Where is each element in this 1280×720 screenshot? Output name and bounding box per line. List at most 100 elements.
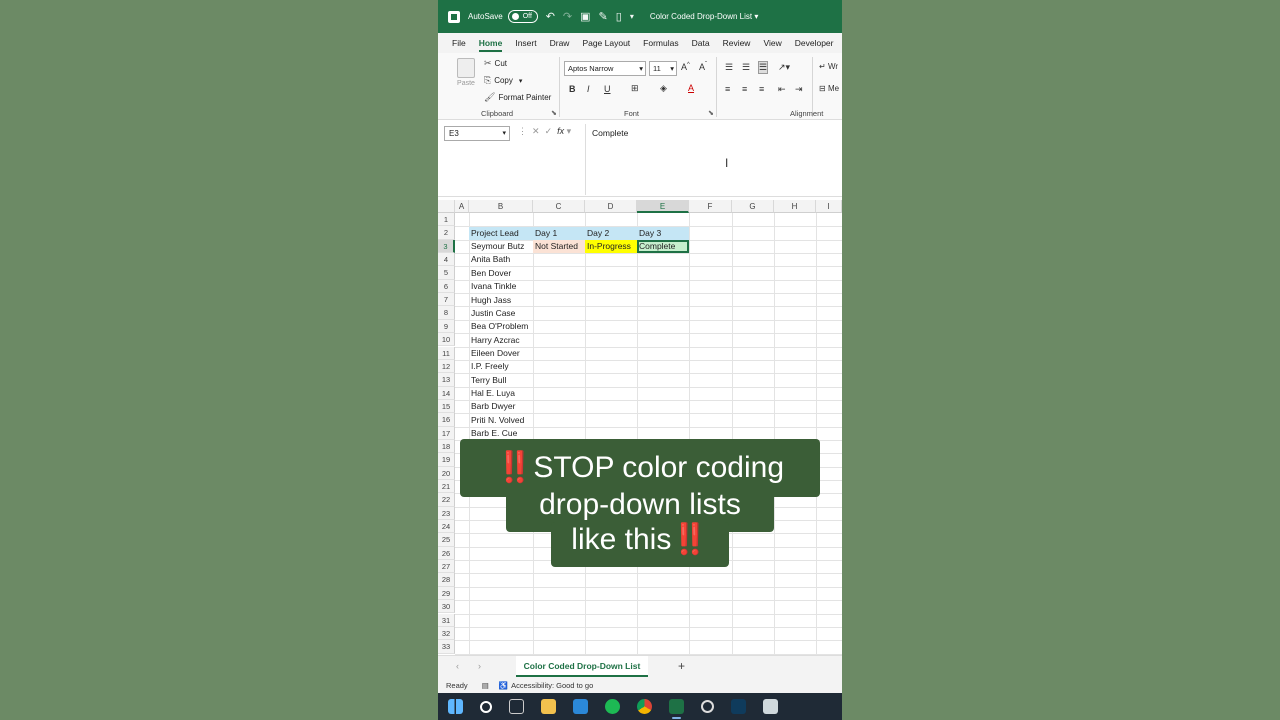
row-header-6[interactable]: 6 xyxy=(438,279,455,294)
cell-c2[interactable]: Day 1 xyxy=(533,226,585,240)
cancel-icon[interactable]: ✕ xyxy=(532,126,540,136)
cell-b8[interactable]: Justin Case xyxy=(469,307,533,320)
bold-button[interactable]: B xyxy=(569,84,576,94)
row-header-21[interactable]: 21 xyxy=(438,480,455,494)
cell-b14[interactable]: Hal E. Luya xyxy=(469,387,533,400)
cell-b15[interactable]: Barb Dwyer xyxy=(469,400,533,413)
tab-file[interactable]: File xyxy=(452,33,466,53)
column-header-d[interactable]: D xyxy=(585,200,637,213)
font-size-select[interactable]: 11 ▾ xyxy=(649,61,677,76)
cell-b3[interactable]: Seymour Butz xyxy=(469,240,533,253)
row-header-11[interactable]: 11 xyxy=(438,346,455,360)
fx-icon[interactable]: fx xyxy=(557,126,564,136)
underline-button[interactable]: U xyxy=(604,84,611,94)
search-icon[interactable] xyxy=(480,700,492,713)
row-header-9[interactable]: 9 xyxy=(438,319,455,334)
cell-b12[interactable]: I.P. Freely xyxy=(469,360,533,373)
accessibility-icon[interactable]: ♿ xyxy=(499,681,508,690)
orientation-icon[interactable]: ↗▾ xyxy=(778,62,790,73)
decrease-indent-icon[interactable]: ⇤ xyxy=(778,84,786,95)
customize-toolbar-icon[interactable]: ▾ xyxy=(630,12,634,21)
align-center-icon[interactable]: ≡ xyxy=(742,84,747,94)
wrap-text-button[interactable]: ↵ Wr xyxy=(819,62,838,71)
row-header-16[interactable]: 16 xyxy=(438,413,455,427)
sheet-tab-active[interactable]: Color Coded Drop-Down List xyxy=(516,656,648,677)
tab-developer[interactable]: Developer xyxy=(795,33,834,53)
align-middle-icon[interactable]: ☰ xyxy=(742,62,750,73)
enter-icon[interactable]: ✓ xyxy=(545,126,553,136)
select-all-corner[interactable] xyxy=(438,200,455,213)
copy-button[interactable]: ⎘ Copy ▾ xyxy=(484,75,522,86)
row-header-15[interactable]: 15 xyxy=(438,399,455,414)
row-header-22[interactable]: 22 xyxy=(438,493,455,507)
tab-page-layout[interactable]: Page Layout xyxy=(582,33,630,53)
row-header-18[interactable]: 18 xyxy=(438,439,455,454)
row-header-32[interactable]: 32 xyxy=(438,626,455,641)
add-sheet-icon[interactable]: + xyxy=(678,659,685,673)
tab-view[interactable]: View xyxy=(763,33,781,53)
name-box[interactable]: E3 ▾ xyxy=(444,126,510,141)
row-header-31[interactable]: 31 xyxy=(438,613,455,627)
column-header-i[interactable]: I xyxy=(816,200,842,213)
cell-b7[interactable]: Hugh Jass xyxy=(469,294,533,307)
cell-e3[interactable]: Complete xyxy=(637,240,689,253)
row-header-28[interactable]: 28 xyxy=(438,573,455,587)
row-header-4[interactable]: 4 xyxy=(438,253,455,267)
file-explorer-icon[interactable] xyxy=(541,699,556,714)
tab-data[interactable]: Data xyxy=(692,33,710,53)
cell-b9[interactable]: Bea O'Problem xyxy=(469,320,533,333)
tab-home[interactable]: Home xyxy=(478,33,502,53)
clipboard-launcher-icon[interactable]: ⬊ xyxy=(551,109,557,117)
mail-icon[interactable] xyxy=(573,699,588,714)
row-header-5[interactable]: 5 xyxy=(438,266,455,280)
column-header-f[interactable]: F xyxy=(689,200,732,213)
cut-button[interactable]: ✂ Cut xyxy=(484,58,507,69)
row-header-2[interactable]: 2 xyxy=(438,226,455,240)
task-view-icon[interactable] xyxy=(509,699,524,714)
row-header-26[interactable]: 26 xyxy=(438,546,455,561)
row-header-10[interactable]: 10 xyxy=(438,333,455,347)
document-title[interactable]: Color Coded Drop-Down List ▾ xyxy=(650,12,759,21)
font-launcher-icon[interactable]: ⬊ xyxy=(708,109,714,117)
row-header-27[interactable]: 27 xyxy=(438,560,455,574)
row-header-8[interactable]: 8 xyxy=(438,306,455,320)
borders-icon[interactable]: ⊞ xyxy=(631,83,639,94)
cell-b6[interactable]: Ivana Tinkle xyxy=(469,280,533,293)
align-right-icon[interactable]: ≡ xyxy=(759,84,764,94)
cell-b4[interactable]: Anita Bath xyxy=(469,253,533,266)
row-header-17[interactable]: 17 xyxy=(438,426,455,440)
row-header-29[interactable]: 29 xyxy=(438,586,455,601)
tab-draw[interactable]: Draw xyxy=(550,33,570,53)
cell-b10[interactable]: Harry Azcrac xyxy=(469,334,533,347)
paste-button[interactable]: Paste xyxy=(454,58,478,102)
spreadsheet-grid[interactable]: A B C D E F G H I 1 2 3 4 5 6 7 8 9 10 11 12 13 14 15 1… xyxy=(438,200,842,655)
calculator-icon[interactable] xyxy=(763,699,778,714)
format-painter-button[interactable]: 🖌 Format Painter xyxy=(484,92,551,103)
increase-indent-icon[interactable]: ⇥ xyxy=(795,84,803,95)
macro-record-icon[interactable]: ▤ xyxy=(482,681,489,690)
row-header-24[interactable]: 24 xyxy=(438,520,455,534)
row-header-30[interactable]: 30 xyxy=(438,600,455,614)
row-header-23[interactable]: 23 xyxy=(438,506,455,521)
column-header-h[interactable]: H xyxy=(774,200,816,213)
row-header-33[interactable]: 33 xyxy=(438,640,455,654)
row-header-20[interactable]: 20 xyxy=(438,466,455,480)
cell-e2[interactable]: Day 3 xyxy=(637,226,689,240)
row-header-12[interactable]: 12 xyxy=(438,359,455,374)
cell-d2[interactable]: Day 2 xyxy=(585,226,637,240)
tab-insert[interactable]: Insert xyxy=(515,33,536,53)
align-left-icon[interactable]: ≡ xyxy=(725,84,730,94)
column-header-g[interactable]: G xyxy=(732,200,774,213)
tab-review[interactable]: Review xyxy=(723,33,751,53)
font-name-select[interactable]: Aptos Narrow ▾ xyxy=(564,61,646,76)
next-sheet-icon[interactable]: › xyxy=(478,661,481,671)
redo-icon[interactable]: ↷ xyxy=(563,10,572,23)
windows-start-icon[interactable] xyxy=(448,699,463,714)
edit-icon[interactable]: ✎ xyxy=(599,10,608,23)
prev-sheet-icon[interactable]: ‹ xyxy=(456,661,459,671)
cell-d3[interactable]: In-Progress xyxy=(585,240,637,253)
row-header-19[interactable]: 19 xyxy=(438,453,455,467)
italic-button[interactable]: I xyxy=(587,84,590,94)
tab-formulas[interactable]: Formulas xyxy=(643,33,678,53)
align-top-icon[interactable]: ☰ xyxy=(725,62,733,73)
